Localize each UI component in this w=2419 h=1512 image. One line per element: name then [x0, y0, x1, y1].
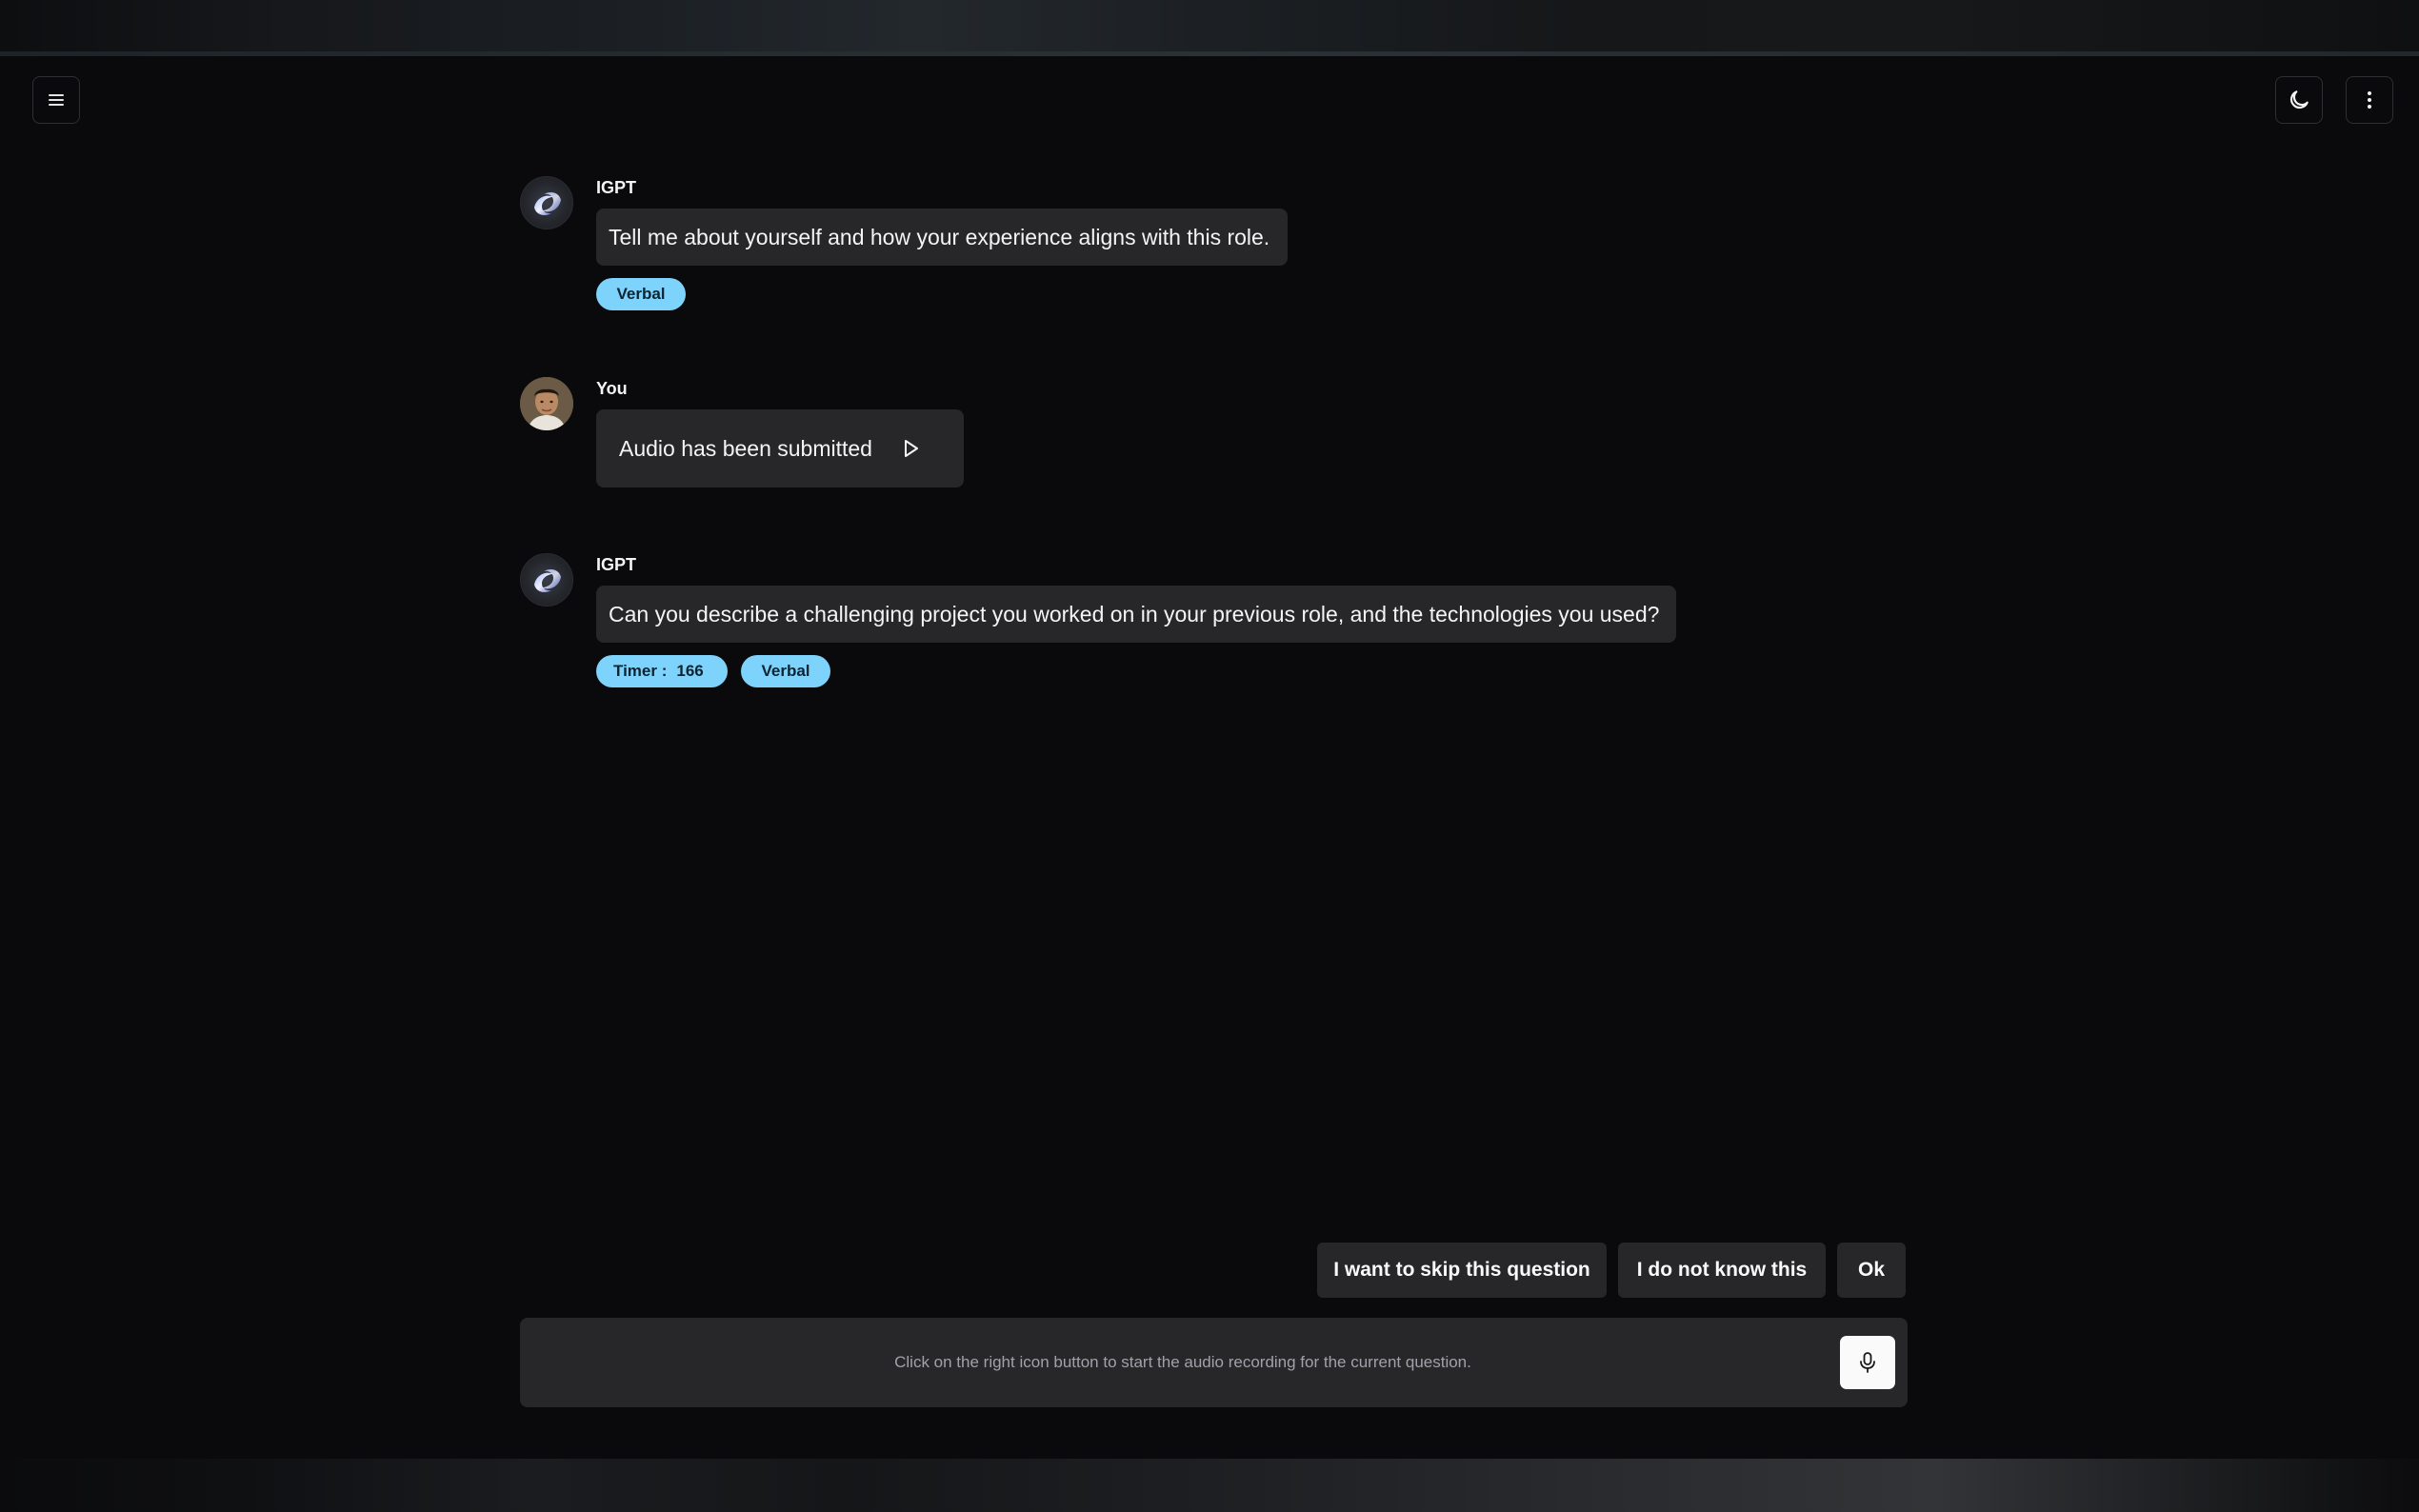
- top-backdrop: [0, 0, 2419, 51]
- do-not-know-button[interactable]: I do not know this: [1618, 1243, 1826, 1298]
- microphone-icon: [1860, 1352, 1875, 1373]
- vertical-dots-icon: [2368, 91, 2371, 109]
- message-bubble: Can you describe a challenging project y…: [596, 586, 1676, 643]
- igpt-logo-avatar: [520, 553, 573, 607]
- sender-name: You: [596, 379, 628, 398]
- recording-hint-text: Click on the right icon button to start …: [894, 1353, 1471, 1371]
- play-audio-button[interactable]: [899, 437, 922, 460]
- igpt-logo-avatar: [520, 176, 573, 229]
- verbal-tag: Verbal: [741, 655, 830, 687]
- theme-toggle-button[interactable]: [2275, 76, 2323, 124]
- record-audio-button[interactable]: [1840, 1336, 1895, 1389]
- more-options-button[interactable]: [2346, 76, 2393, 124]
- skip-question-button[interactable]: I want to skip this question: [1317, 1243, 1607, 1298]
- ok-button[interactable]: Ok: [1837, 1243, 1906, 1298]
- user-avatar: [520, 377, 573, 430]
- message-bubble: Tell me about yourself and how your expe…: [596, 209, 1288, 266]
- timer-label: Timer :: [613, 662, 668, 680]
- moon-icon: [2289, 90, 2309, 109]
- audio-submitted-text: Audio has been submitted: [619, 436, 872, 461]
- timer-value: 166: [676, 662, 704, 680]
- audio-submitted-bubble: Audio has been submitted: [596, 409, 964, 487]
- verbal-tag: Verbal: [596, 278, 686, 310]
- audio-input-bar: Click on the right icon button to start …: [520, 1318, 1908, 1407]
- sidebar-toggle-button[interactable]: [32, 76, 80, 124]
- chat-page: IGPT Tell me about yourself and how your…: [0, 0, 2419, 1512]
- timer-tag: Timer : 166: [596, 655, 728, 687]
- top-divider: [0, 51, 2419, 56]
- sender-name: IGPT: [596, 555, 637, 574]
- sender-name: IGPT: [596, 178, 637, 197]
- bottom-backdrop: [0, 1459, 2419, 1512]
- play-icon: [905, 440, 918, 457]
- hamburger-menu-icon: [49, 94, 64, 106]
